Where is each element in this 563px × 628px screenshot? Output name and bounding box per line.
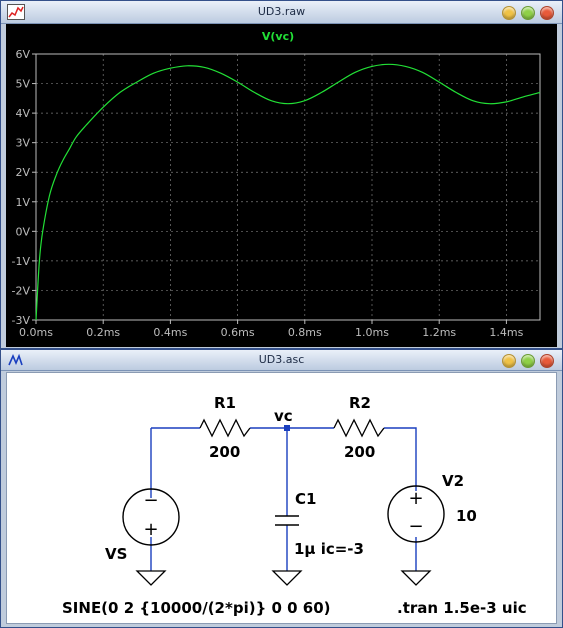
ground-icon[interactable]: [400, 570, 432, 586]
y-tick-label: 1V: [15, 196, 30, 209]
waveform-window-title: UD3.raw: [257, 5, 306, 18]
x-tick-label: 0.8ms: [288, 326, 322, 339]
v2-value[interactable]: 10: [456, 507, 477, 525]
y-tick-label: 5V: [15, 78, 30, 91]
c1-name[interactable]: C1: [295, 490, 316, 508]
ground-icon[interactable]: [271, 570, 303, 586]
schematic-canvas[interactable]: − + + − R1 200 vc R2 200 C1 1μ ic=-3 VS: [6, 372, 557, 624]
tran-directive[interactable]: .tran 1.5e-3 uic: [397, 599, 527, 617]
y-tick-label: -2V: [12, 284, 31, 297]
close-button[interactable]: [540, 6, 554, 20]
v2-minus-sign: −: [408, 516, 423, 537]
maximize-button[interactable]: [521, 6, 535, 20]
x-tick-label: 0.2ms: [86, 326, 120, 339]
x-tick-label: 1.2ms: [422, 326, 456, 339]
y-tick-label: -1V: [12, 255, 31, 268]
v2-plus-sign: +: [408, 488, 423, 509]
r2-value[interactable]: 200: [344, 443, 375, 461]
y-tick-label: 3V: [15, 137, 30, 150]
x-tick-label: 0.4ms: [153, 326, 187, 339]
waveform-chart[interactable]: V(vc) 6V5V4V3V2V1V0V-1V-2V-3V 0.0ms 0.2ms…: [6, 24, 557, 347]
node-vc-junction[interactable]: [284, 425, 290, 431]
minimize-button[interactable]: [502, 354, 516, 368]
wire-r2-right[interactable]: [384, 427, 417, 491]
resistor-r1[interactable]: [199, 418, 251, 438]
y-axis-ticks: 6V5V4V3V2V1V0V-1V-2V-3V: [12, 48, 36, 327]
x-tick-label: 0.0ms: [19, 326, 53, 339]
ground-icon[interactable]: [135, 570, 167, 586]
v2-name[interactable]: V2: [442, 472, 464, 490]
vs-minus-sign: −: [143, 490, 158, 511]
waveform-titlebar[interactable]: UD3.raw: [1, 1, 562, 24]
close-button[interactable]: [540, 354, 554, 368]
schematic-window-title: UD3.asc: [258, 353, 305, 366]
plot-border: [35, 53, 541, 321]
c1-value[interactable]: 1μ ic=-3: [294, 540, 364, 558]
y-tick-label: 4V: [15, 107, 30, 120]
r1-name[interactable]: R1: [214, 394, 236, 412]
y-tick-label: 0V: [15, 225, 30, 238]
capacitor-c1[interactable]: [275, 515, 299, 526]
waveform-window: UD3.raw V(vc) 6V 5V 4V 3V 2V 1V 0V -1V -2V -3V 0.…: [0, 0, 563, 349]
x-axis-ticks: 0.0ms 0.2ms 0.4ms 0.6ms 0.8ms 1.0ms 1.2ms 1.4ms: [19, 320, 524, 339]
schematic-titlebar[interactable]: UD3.asc: [1, 350, 562, 371]
minimize-button[interactable]: [502, 6, 516, 20]
r2-name[interactable]: R2: [349, 394, 371, 412]
trace-vc[interactable]: [35, 63, 541, 321]
trace-label[interactable]: V(vc): [262, 30, 294, 43]
node-label-vc[interactable]: vc: [274, 407, 293, 425]
plot-grid: [35, 53, 540, 321]
vs-name[interactable]: VS: [105, 545, 127, 563]
maximize-button[interactable]: [521, 354, 535, 368]
y-tick-label: 6V: [15, 48, 30, 61]
vs-plus-sign: +: [143, 519, 158, 540]
x-tick-label: 1.0ms: [355, 326, 389, 339]
waveform-plot-area[interactable]: V(vc) 6V 5V 4V 3V 2V 1V 0V -1V -2V -3V 0.0ms 0.2ms…: [6, 24, 557, 347]
r1-value[interactable]: 200: [209, 443, 240, 461]
x-tick-label: 1.4ms: [489, 326, 523, 339]
resistor-r2[interactable]: [333, 418, 385, 438]
y-tick-label: 2V: [15, 166, 30, 179]
x-tick-label: 0.6ms: [221, 326, 255, 339]
schematic-window: UD3.asc − + + − R1 200 vc R2 200 C1 1μ i…: [0, 349, 563, 628]
vs-sine-spec[interactable]: SINE(0 2 {10000/(2*pi)} 0 0 60): [62, 599, 331, 617]
